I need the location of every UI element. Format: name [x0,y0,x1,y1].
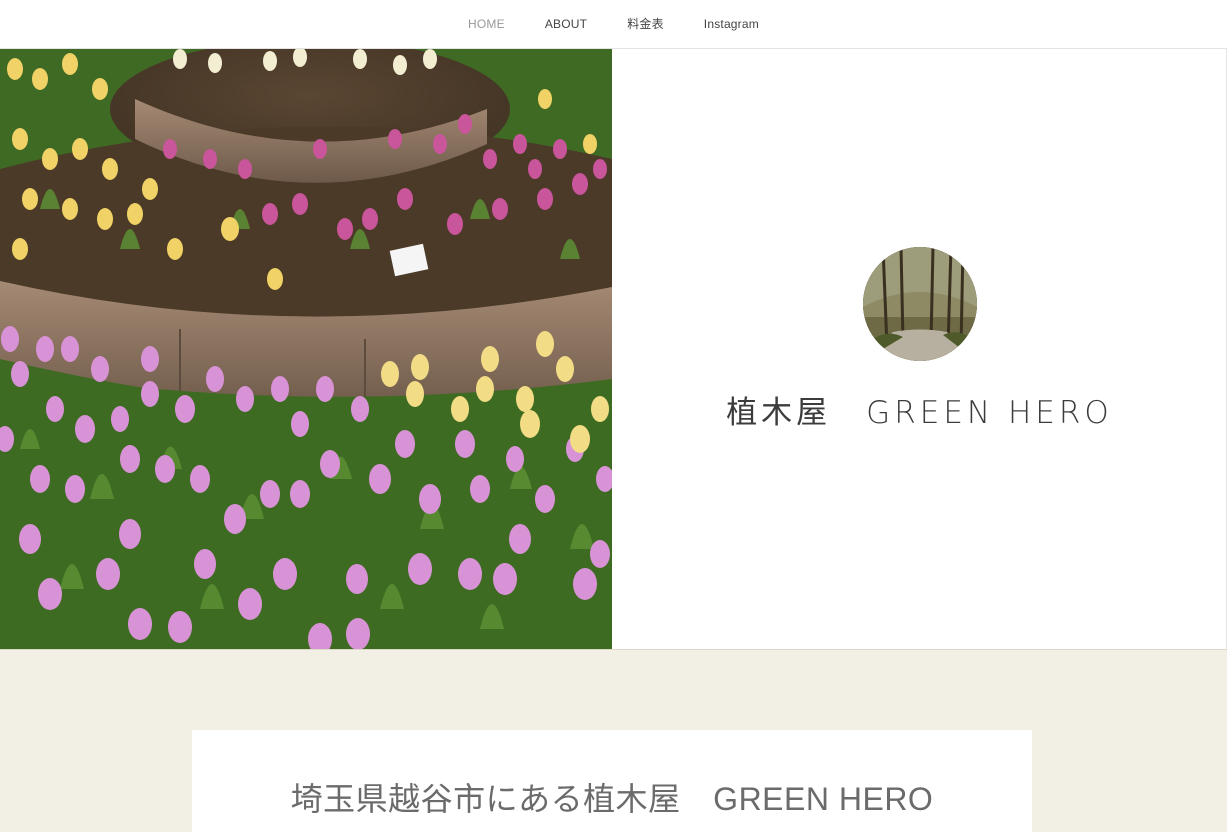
site-title: 植木屋 GREEN HERO [726,395,1113,431]
intro-heading: 埼玉県越谷市にある植木屋 GREEN HERO [290,781,934,817]
nav-price-list[interactable]: 料金表 [607,0,684,49]
hero-section: 植木屋 GREEN HERO [0,49,1227,649]
intro-section: 埼玉県越谷市にある植木屋 GREEN HERO [0,649,1227,832]
brand-avatar [863,247,977,361]
top-navigation: HOME ABOUT 料金表 Instagram [0,0,1227,49]
nav-about[interactable]: ABOUT [525,0,607,49]
nav-home[interactable]: HOME [448,0,525,49]
hero-tulip-image [0,49,612,649]
hero-branding-panel: 植木屋 GREEN HERO [612,49,1227,649]
nav-instagram[interactable]: Instagram [684,0,779,49]
intro-card: 埼玉県越谷市にある植木屋 GREEN HERO [192,730,1032,832]
